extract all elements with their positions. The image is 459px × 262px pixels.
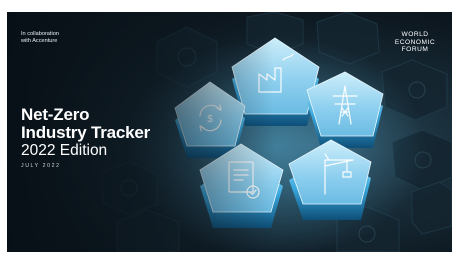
report-title: Net-Zero Industry Tracker <box>21 106 150 142</box>
wef-logo: WORLD ECONOMIC FORUM <box>389 31 441 54</box>
title-line-1: Net-Zero <box>21 105 90 124</box>
logo-line-1: WORLD <box>401 31 429 38</box>
collab-line-2: with Accenture <box>21 38 58 44</box>
logo-line-2: ECONOMIC <box>394 38 436 46</box>
publication-date: JULY 2022 <box>21 163 61 169</box>
logo-line-3: FORUM <box>401 46 429 53</box>
edition-label: 2022 Edition <box>21 142 108 159</box>
collab-line-1: In collaboration <box>21 31 59 37</box>
collaboration-note: In collaboration with Accenture <box>21 31 59 45</box>
title-line-2: Industry Tracker <box>21 123 151 142</box>
report-cover: $ In <box>7 12 452 252</box>
